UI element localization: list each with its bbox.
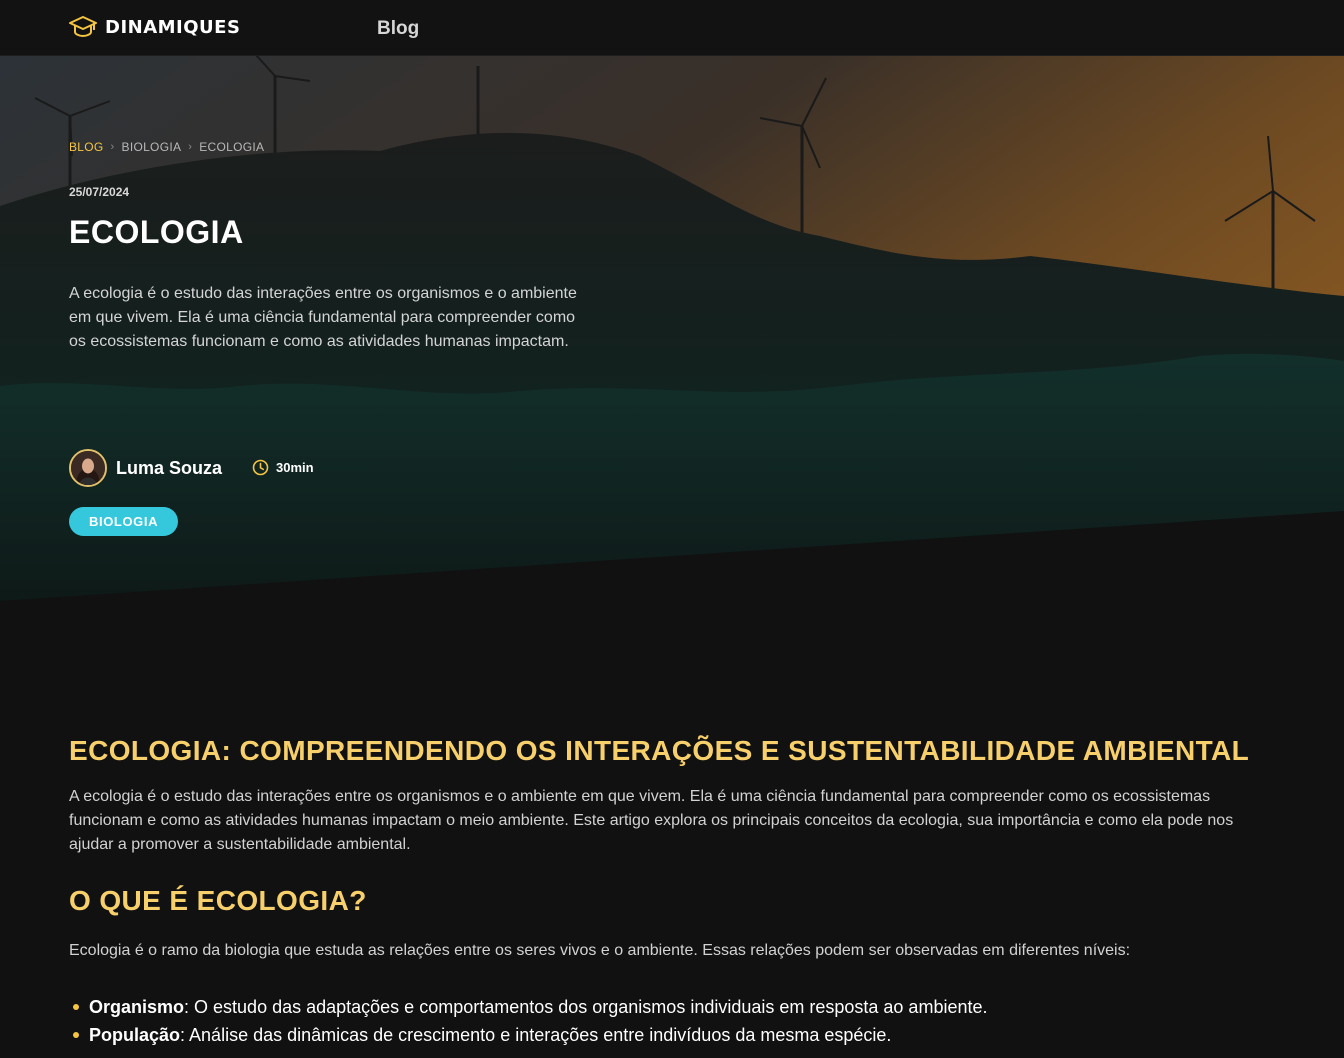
clock-icon (252, 459, 269, 476)
breadcrumb-blog[interactable]: BLOG (69, 140, 104, 154)
article-date: 25/07/2024 (69, 185, 130, 199)
author-info[interactable]: Luma Souza (69, 449, 222, 487)
levels-list: Organismo: O estudo das adaptações e com… (69, 993, 1279, 1049)
article-content: ECOLOGIA: COMPREENDENDO OS INTERAÇÕES E … (69, 735, 1279, 1049)
author-name: Luma Souza (116, 457, 223, 478)
intro-paragraph: A ecologia é o estudo das interações ent… (69, 788, 1234, 853)
list-item: População: Análise das dinâmicas de cres… (69, 1021, 1279, 1049)
top-navbar: DINAMIQUES Blog (0, 0, 1344, 56)
avatar (69, 449, 107, 487)
hero-banner: BLOG › BIOLOGIA › ECOLOGIA 25/07/2024 EC… (0, 56, 1344, 601)
chevron-right-icon: › (110, 141, 115, 153)
article-lead: A ecologia é o estudo das interações ent… (69, 285, 577, 350)
page-title: ECOLOGIA (69, 214, 244, 250)
nav-link-blog[interactable]: Blog (377, 18, 419, 40)
list-item-desc: : O estudo das adaptações e comportament… (184, 997, 988, 1017)
breadcrumb: BLOG › BIOLOGIA › ECOLOGIA (69, 140, 264, 154)
logo-text: DINAMIQUES (105, 16, 241, 38)
list-item-desc: : Análise das dinâmicas de crescimento e… (180, 1025, 892, 1045)
chevron-right-icon: › (188, 141, 193, 153)
content-heading: ECOLOGIA: COMPREENDENDO OS INTERAÇÕES E … (69, 735, 1250, 766)
breadcrumb-biologia[interactable]: BIOLOGIA (122, 140, 182, 154)
section-paragraph: Ecologia é o ramo da biologia que estuda… (69, 942, 1131, 959)
list-item-term: População (89, 1025, 181, 1045)
read-time: 30min (252, 459, 314, 476)
section-heading: O QUE É ECOLOGIA? (69, 885, 367, 916)
category-tag[interactable]: BIOLOGIA (69, 507, 179, 536)
logo[interactable]: DINAMIQUES (69, 14, 240, 40)
list-item: Organismo: O estudo das adaptações e com… (69, 993, 1279, 1021)
list-item-term: Organismo (89, 997, 185, 1017)
graduation-cap-icon (69, 16, 97, 38)
read-time-text: 30min (276, 460, 314, 475)
breadcrumb-ecologia: ECOLOGIA (199, 140, 265, 154)
